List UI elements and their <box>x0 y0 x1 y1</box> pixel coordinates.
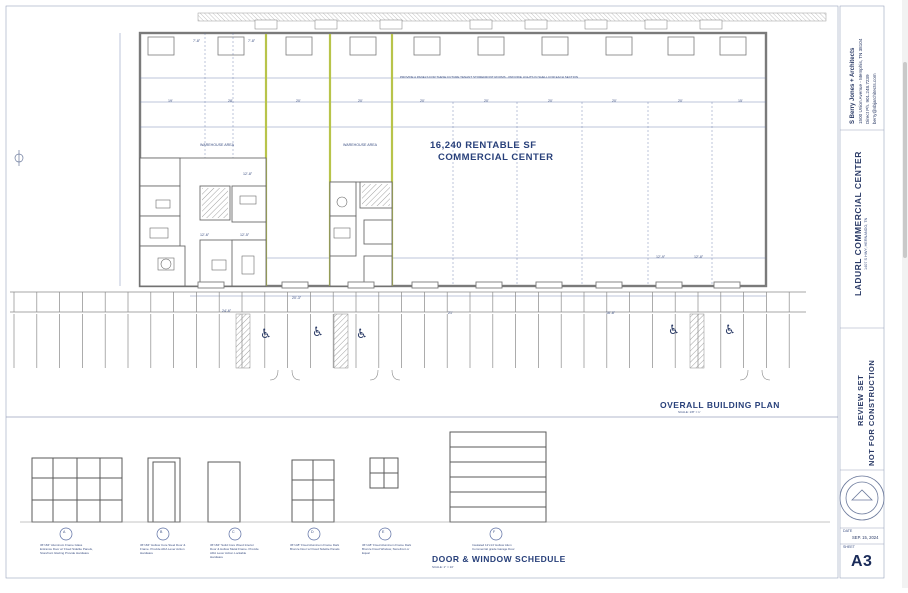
dimension: 19' <box>168 99 173 103</box>
schedule-mark: D <box>311 530 314 534</box>
dimension: 20' <box>612 99 617 103</box>
dimension: 12'-6" <box>200 233 210 237</box>
dimension: 20' <box>548 99 553 103</box>
schedule-mark: E <box>382 530 385 534</box>
dimension: 20' <box>484 99 489 103</box>
dimension: 20' <box>358 99 363 103</box>
vertical-scrollbar[interactable] <box>902 0 908 588</box>
schedule-note: 36"x48" Fixed Aluminum Frame Dark Bronze… <box>290 543 340 551</box>
status-review-set: REVIEW SET <box>856 374 865 426</box>
dimension: 12'-5" <box>240 233 250 237</box>
firm-name: S Berry Jones + Architects <box>850 47 856 124</box>
plan-note: PROVIDE A PANELS FOR THESE FUTURE TENANT… <box>400 75 579 79</box>
schedule-title: DOOR & WINDOW SCHEDULE <box>432 554 566 564</box>
center-label-line2: COMMERCIAL CENTER <box>438 152 554 163</box>
schedule-mark: A <box>63 530 66 534</box>
schedule-scale: SCALE: 1" = 10' <box>432 565 454 569</box>
sheet-date: SEP. 15, 2024 <box>852 535 879 540</box>
plan-title: OVERALL BUILDING PLAN <box>660 400 780 410</box>
scrollbar-thumb[interactable] <box>903 62 907 258</box>
date-label: DATE <box>843 529 853 533</box>
dimension: 7'-8" <box>193 39 201 43</box>
dimension: 28' <box>228 99 233 103</box>
dimension: 20' <box>420 99 425 103</box>
firm-address: 1500 Union Avenue - Memphis, TN 38104 <box>858 38 863 124</box>
schedule-note: 36"x84" Aluminum Frame Glass Entrance Do… <box>40 543 93 555</box>
accessible-parking-icon: ♿ <box>312 325 324 340</box>
schedule-mark: F <box>493 530 496 534</box>
dimension: 16'-8" <box>606 311 616 315</box>
sheet-label: SHEET <box>843 545 855 549</box>
accessible-parking-icon: ♿ <box>260 327 272 342</box>
dimension: 20'-3" <box>292 296 302 300</box>
schedule-note: Insulated 12'x14' Hollow Alum Commercial… <box>472 543 515 551</box>
accessible-parking-icon: ♿ <box>668 323 680 338</box>
firm-phone: Direct Ph. 901.248.7239 <box>865 74 870 124</box>
center-label-line1: 16,240 RENTABLE SF <box>430 140 537 151</box>
schedule-mark: B <box>160 530 163 534</box>
warehouse-label: WAREHOUSE AREA <box>343 143 378 147</box>
dimension: 15' <box>738 99 743 103</box>
north-arrow-icon <box>14 150 24 166</box>
dimension: 20' <box>678 99 683 103</box>
warehouse-label: WAREHOUSE AREA <box>200 143 235 147</box>
dimension: 12'-9" <box>656 255 666 259</box>
dimension: 12'-8" <box>694 255 704 259</box>
accessible-parking-icon: ♿ <box>356 327 368 342</box>
sheet-drawing: ♿ ♿ ♿ ♿ ♿ <box>5 5 885 579</box>
sheet-number: A3 <box>851 553 873 570</box>
dimension: 21' <box>448 311 453 315</box>
schedule-mark: C <box>232 530 235 534</box>
project-subtitle: 1407 S HWY, HERNANDO, TN <box>864 217 868 270</box>
project-name: LADURL COMMERCIAL CENTER <box>853 151 863 296</box>
drawing-sheet: ♿ ♿ ♿ ♿ ♿ 16,240 RENTABLE SF COMMERCIAL … <box>0 0 908 588</box>
schedule-note: 36"x84" Solid Core Wood Interior Door & … <box>210 543 259 559</box>
dimension: 12'-8" <box>243 172 253 176</box>
schedule-note: 36"x84" Hollow Core Steel Door & Frame. … <box>140 543 186 555</box>
dimension: 7'-8" <box>248 39 256 43</box>
status-not-for-construction: NOT FOR CONSTRUCTION <box>867 359 876 466</box>
schedule-note: 36"x48" Fixed Aluminum Frame Dark Bronze… <box>362 543 412 555</box>
firm-email: berry@sbjarchitects.com <box>872 73 877 124</box>
dimension: 24'-6" <box>222 309 232 313</box>
dimension: 20' <box>296 99 301 103</box>
plan-scale: SCALE: 1/8" = 1' <box>678 410 701 414</box>
accessible-parking-icon: ♿ <box>724 323 736 338</box>
